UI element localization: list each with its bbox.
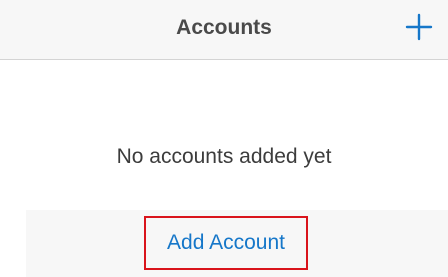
page-title: Accounts	[176, 16, 272, 39]
plus-icon[interactable]	[404, 12, 434, 42]
add-account-button[interactable]: Add Account	[144, 216, 308, 270]
empty-state-message: No accounts added yet	[116, 145, 332, 168]
navigation-bar: Accounts	[0, 0, 448, 60]
